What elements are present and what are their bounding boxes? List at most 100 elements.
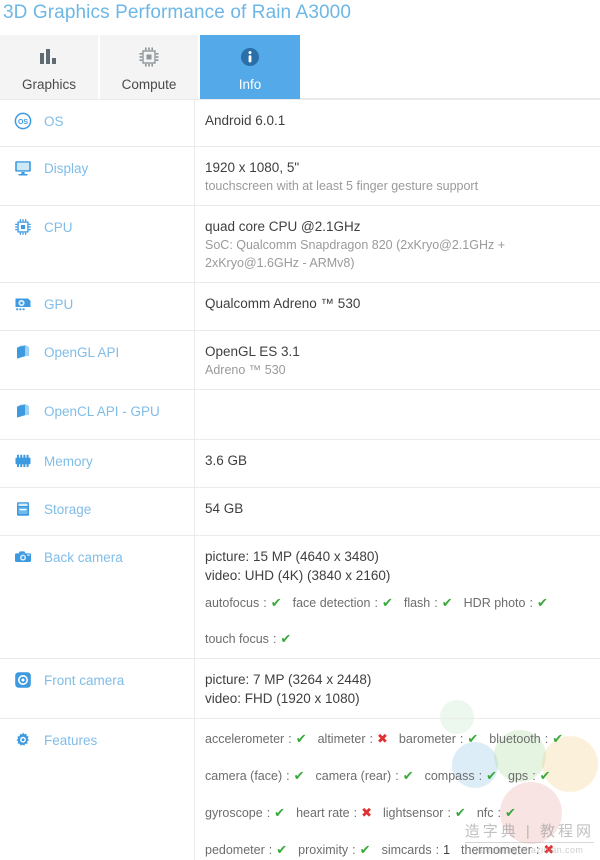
feature-label: simcards — [381, 843, 432, 857]
os-circle-icon: OS — [14, 112, 32, 130]
tab-info-label: Info — [238, 77, 262, 92]
feature-label: gyroscope — [205, 806, 263, 820]
spec-primary: 3.6 GB — [205, 453, 248, 468]
back-camera-video: video: UHD (4K) (3840 x 2160) — [205, 568, 391, 583]
spec-label-opencl: OpenCL API - GPU — [0, 390, 195, 439]
spec-label-text: GPU — [44, 297, 74, 312]
feature-label: barometer — [398, 732, 456, 746]
table-row: Features accelerometer: ✔ altimeter: ✖ b… — [0, 719, 600, 860]
tab-compute-label: Compute — [121, 77, 177, 92]
spec-label-storage: Storage — [0, 488, 195, 535]
feature-gps: gps: ✔ — [508, 768, 551, 783]
feature-value: ✔ — [270, 595, 282, 610]
feature-value: ✔ — [359, 842, 371, 857]
spec-value-features: accelerometer: ✔ altimeter: ✖ barometer:… — [195, 719, 600, 860]
feature-barometer: barometer: ✔ — [398, 731, 479, 746]
feature-value: 1 — [443, 843, 451, 857]
feature-label: lightsensor — [382, 806, 444, 820]
table-row: Memory 3.6 GB — [0, 440, 600, 488]
spec-label-text: Features — [44, 733, 98, 748]
spec-primary: quad core CPU @2.1GHz — [205, 219, 361, 234]
table-row: OS OS Android 6.0.1 — [0, 99, 600, 147]
tab-info[interactable]: Info — [200, 35, 300, 99]
spec-label-text: Storage — [44, 502, 92, 517]
front-camera-icon — [14, 671, 32, 689]
feature-face-detection: face detection : ✔ — [292, 595, 393, 610]
feature-camera-rear: camera (rear): ✔ — [315, 768, 414, 783]
tab-bar: Graphics Compute Info — [0, 35, 600, 99]
spec-primary: Qualcomm Adreno ™ 530 — [205, 296, 361, 311]
feature-accelerometer: accelerometer: ✔ — [205, 731, 307, 746]
svg-text:OS: OS — [18, 119, 28, 126]
feature-label: proximity — [298, 843, 349, 857]
table-row: OpenCL API - GPU — [0, 390, 600, 440]
back-camera-features-line-2: touch focus : ✔ — [205, 630, 594, 648]
cpu-chip-icon — [14, 218, 32, 236]
feature-thermometer: thermometer: ✖ — [461, 842, 555, 857]
feature-value: ✔ — [295, 731, 307, 746]
feature-label: accelerometer — [205, 732, 285, 746]
feature-lightsensor: lightsensor: ✔ — [382, 805, 466, 820]
feature-label: pedometer — [205, 843, 265, 857]
front-camera-picture: picture: 7 MP (3264 x 2448) — [205, 672, 372, 687]
spec-label-gpu: GPU — [0, 283, 195, 330]
spec-label-text: OpenGL API — [44, 345, 120, 360]
gear-icon — [14, 731, 32, 749]
table-row: Back camera picture: 15 MP (4640 x 3480)… — [0, 536, 600, 659]
memory-chip-icon — [14, 452, 32, 470]
camera-icon — [14, 548, 32, 566]
table-row: OpenGL API OpenGL ES 3.1 Adreno ™ 530 — [0, 331, 600, 390]
table-row: CPU quad core CPU @2.1GHz SoC: Qualcomm … — [0, 206, 600, 283]
feature-gyroscope: gyroscope: ✔ — [205, 805, 286, 820]
feature-label: altimeter — [317, 732, 366, 746]
back-camera-features-line-1: autofocus : ✔ face detection : ✔ flash :… — [205, 594, 594, 612]
cube-icon — [14, 343, 32, 361]
feature-value: ✖ — [543, 842, 555, 857]
feature-value: ✖ — [377, 731, 388, 746]
spec-label-memory: Memory — [0, 440, 195, 487]
feature-label: face detection — [292, 596, 371, 610]
spec-value-front-camera: picture: 7 MP (3264 x 2448) video: FHD (… — [195, 659, 600, 718]
tab-graphics[interactable]: Graphics — [0, 35, 100, 99]
spec-label-front-camera: Front camera — [0, 659, 195, 718]
page-title: 3D Graphics Performance of Rain A3000 — [3, 2, 351, 23]
spec-label-back-camera: Back camera — [0, 536, 195, 658]
feature-label: camera (face) — [205, 769, 283, 783]
spec-label-cpu: CPU — [0, 206, 195, 282]
monitor-icon — [14, 159, 32, 177]
feature-value: ✖ — [361, 805, 372, 820]
table-row: Storage 54 GB — [0, 488, 600, 536]
table-row: GPU Qualcomm Adreno ™ 530 — [0, 283, 600, 331]
features-row-1: accelerometer: ✔ altimeter: ✖ barometer:… — [205, 730, 594, 748]
spec-label-text: OpenCL API - GPU — [44, 404, 160, 419]
table-row: Display 1920 x 1080, 5" touchscreen with… — [0, 147, 600, 206]
spec-primary: 54 GB — [205, 501, 244, 516]
tab-compute[interactable]: Compute — [100, 35, 200, 99]
spec-primary: 1920 x 1080, 5" — [205, 160, 300, 175]
spec-value-opencl — [195, 390, 600, 439]
feature-label: bluetooth — [489, 732, 541, 746]
storage-drive-icon — [14, 500, 32, 518]
app-root: 3D Graphics Performance of Rain A3000 Gr… — [0, 0, 600, 860]
back-camera-picture: picture: 15 MP (4640 x 3480) — [205, 549, 379, 564]
spec-label-text: Back camera — [44, 550, 123, 565]
feature-touch-focus: touch focus : ✔ — [205, 631, 292, 646]
feature-label: autofocus — [205, 596, 260, 610]
spec-secondary: Adreno ™ 530 — [205, 363, 286, 377]
spec-value-memory: 3.6 GB — [195, 440, 600, 487]
spec-secondary: touchscreen with at least 5 finger gestu… — [205, 179, 479, 193]
feature-camera-face: camera (face): ✔ — [205, 768, 305, 783]
tab-graphics-label: Graphics — [21, 77, 77, 92]
feature-value: ✔ — [381, 595, 393, 610]
info-circle-icon — [239, 43, 261, 71]
feature-value: ✔ — [441, 595, 453, 610]
feature-compass: compass: ✔ — [424, 768, 498, 783]
feature-hdr-photo: HDR photo : ✔ — [463, 595, 548, 610]
feature-autofocus: autofocus : ✔ — [205, 595, 282, 610]
feature-value: ✔ — [280, 631, 292, 646]
feature-label: thermometer — [461, 843, 532, 857]
spec-value-back-camera: picture: 15 MP (4640 x 3480) video: UHD … — [195, 536, 600, 658]
bar-chart-icon — [38, 43, 60, 71]
feature-label: compass — [424, 769, 475, 783]
feature-label: HDR photo — [463, 596, 526, 610]
